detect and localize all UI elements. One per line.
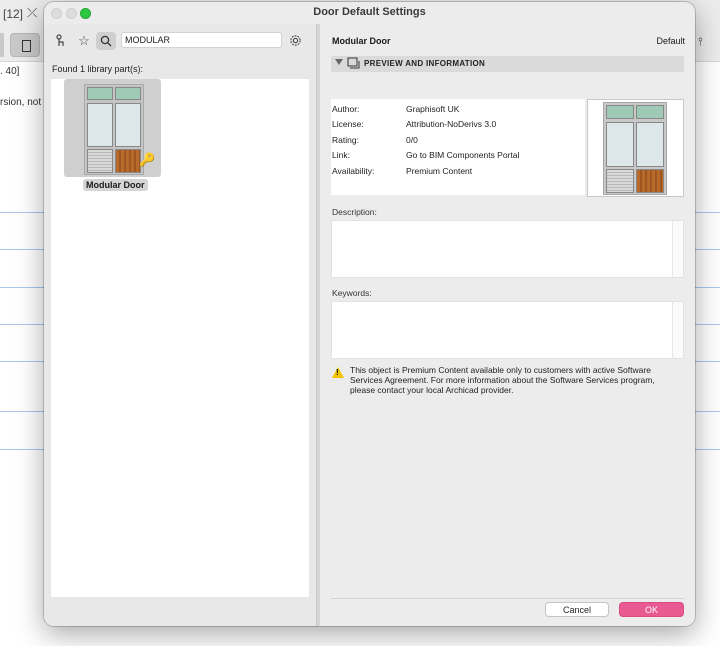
info-value: Attribution-NoDerivs 3.0 [406,119,497,129]
info-key: Author: [332,104,360,114]
dialog-title: Door Default Settings [313,6,426,18]
info-key: Rating: [332,135,359,145]
info-value: 0/0 [406,135,418,145]
default-label: Default [656,36,685,46]
background-tool-text: [12] [3,7,24,21]
settings-gear-icon[interactable] [285,32,305,50]
premium-content-warning: This object is Premium Content available… [350,365,655,395]
cancel-button[interactable]: Cancel [545,602,609,617]
list-item[interactable]: 🔑 Modular Door [64,79,162,193]
info-key: Link: [332,150,350,160]
part-title: Modular Door [332,36,391,46]
door-preview-image [603,102,667,195]
key-icon: 🔑 [139,152,156,167]
preview-image-box [587,99,684,197]
disclosure-triangle-icon [335,59,343,65]
info-key: Availability: [332,166,375,176]
background-text-1: . 40] [0,66,20,77]
library-parts-list[interactable]: 🔑 Modular Door [51,79,309,597]
library-icon[interactable] [51,32,71,50]
favorites-star-icon[interactable]: ☆ [74,32,94,50]
background-close-icon: ⤫ [27,5,38,20]
preview-information-section-header[interactable]: PREVIEW AND INFORMATION [331,56,684,72]
background-tool-icon: ⫯ [698,36,703,48]
part-thumbnail: 🔑 [64,79,161,177]
part-label: Modular Door [83,179,148,191]
footer-divider [331,598,684,599]
section-label: PREVIEW AND INFORMATION [364,59,486,68]
bim-portal-link[interactable]: Go to BIM Components Portal [406,150,519,160]
search-icon[interactable] [96,32,116,50]
keywords-field[interactable] [331,301,684,359]
background-button-edge [0,33,4,57]
door-default-settings-dialog: Door Default Settings ☆ MODULAR Found 1 … [44,2,695,626]
keywords-scrollbar[interactable] [672,302,683,358]
info-key: License: [332,119,364,129]
ok-button[interactable]: OK [619,602,684,617]
description-label: Description: [332,207,377,217]
settings-pane: Modular Door Default PREVIEW AND INFORMA… [320,24,695,626]
preview-icon [347,57,361,72]
description-scrollbar[interactable] [672,221,683,277]
part-info-table: Author: Graphisoft UK License: Attributi… [331,99,585,195]
library-browser-pane: ☆ MODULAR Found 1 library part(s): 🔑 Mod… [44,24,316,626]
description-field[interactable] [331,220,684,278]
door-preview-image [84,84,144,175]
info-value: Graphisoft UK [406,104,460,114]
search-input[interactable]: MODULAR [121,32,282,48]
found-parts-label: Found 1 library part(s): [52,64,144,74]
background-door-tool-button [10,33,40,57]
warning-mark: ! [336,368,339,377]
info-value: Premium Content [406,166,473,176]
titlebar: Door Default Settings [44,2,695,24]
keywords-label: Keywords: [332,288,372,298]
